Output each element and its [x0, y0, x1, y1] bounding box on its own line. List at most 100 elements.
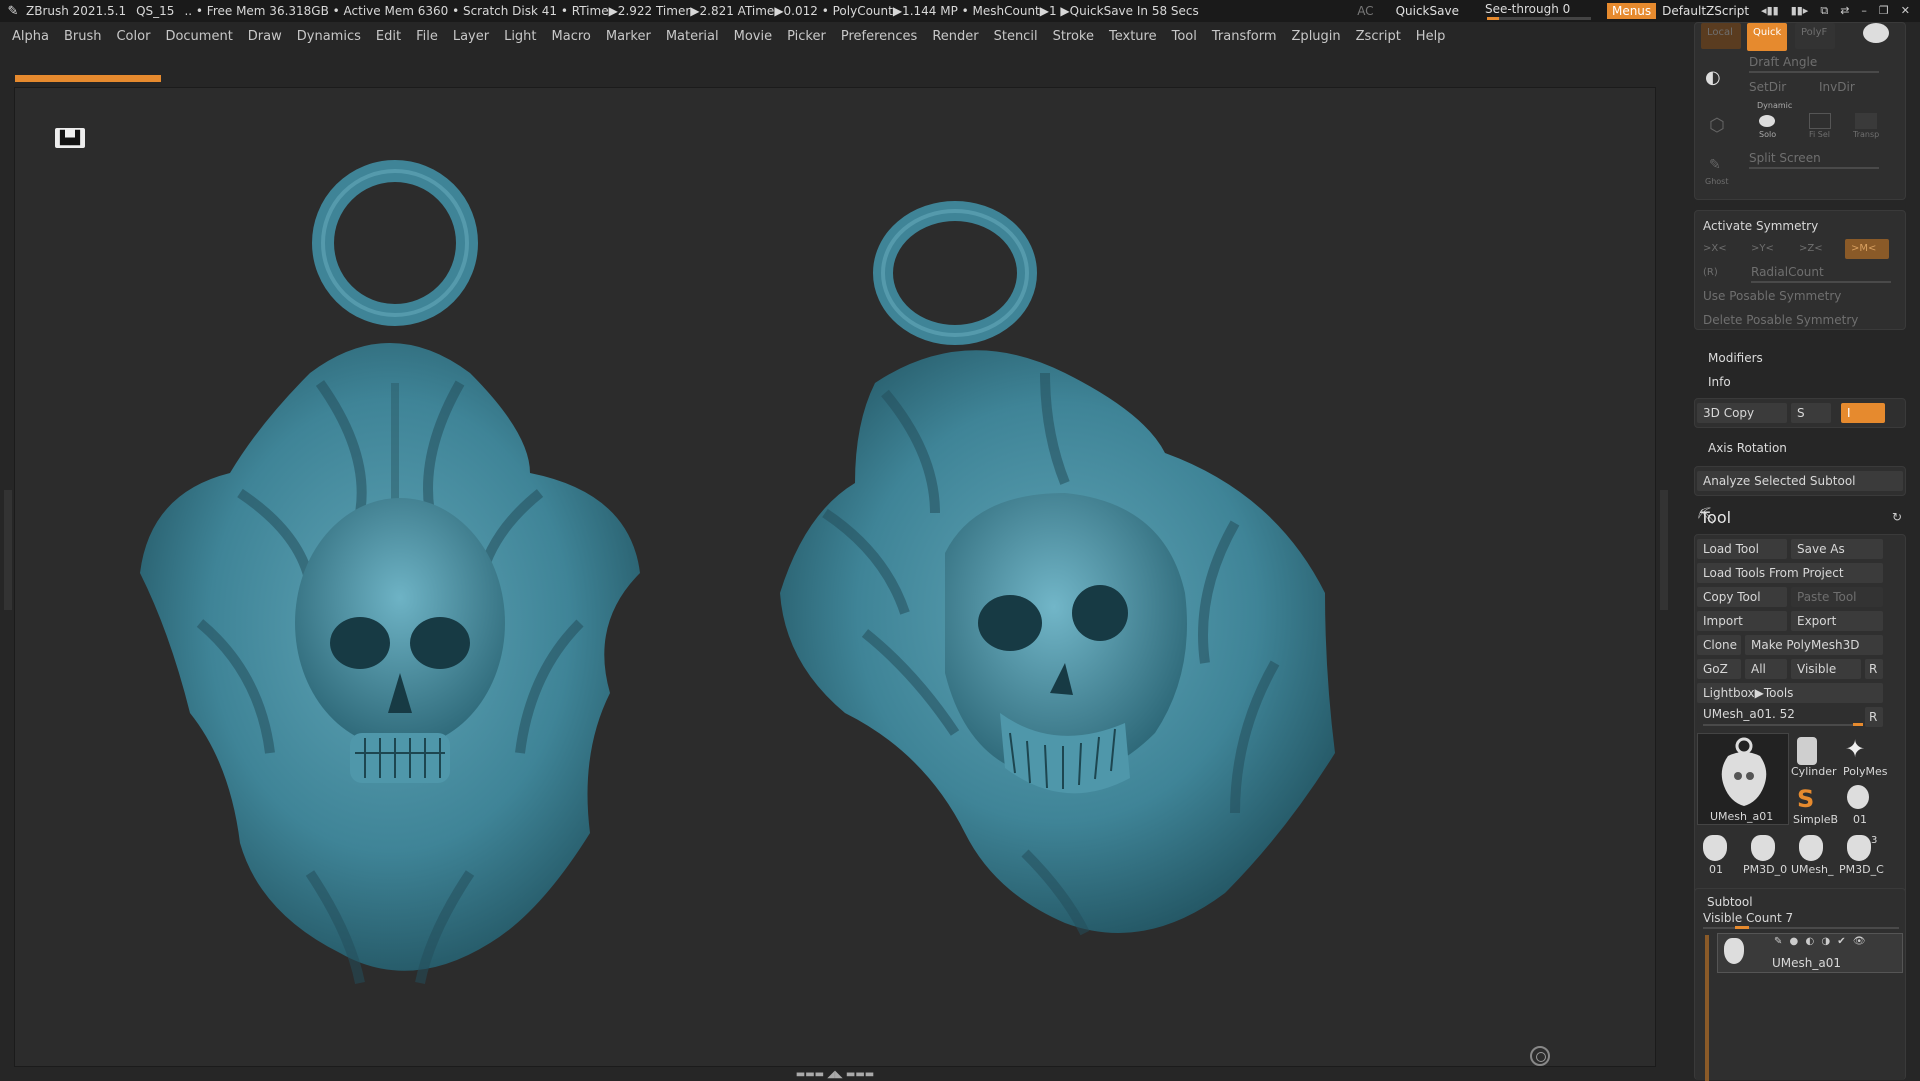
sym-m-button[interactable]: >M< — [1845, 239, 1889, 259]
import-button[interactable]: Import — [1697, 611, 1787, 631]
polymesh-star-icon[interactable]: ✦ — [1845, 735, 1865, 763]
delete-posable-symmetry-button[interactable]: Delete Posable Symmetry — [1703, 313, 1858, 327]
menu-zscript[interactable]: Zscript — [1356, 29, 1401, 44]
activate-symmetry-button[interactable]: Activate Symmetry — [1703, 219, 1818, 233]
local-button[interactable]: Local — [1701, 23, 1741, 49]
menu-picker[interactable]: Picker — [787, 29, 826, 44]
tool-thumb-main[interactable]: UMesh_a01 — [1697, 733, 1789, 825]
tool-thumb-umesh[interactable] — [1799, 835, 1823, 861]
menu-texture[interactable]: Texture — [1109, 29, 1157, 44]
menu-zplugin[interactable]: Zplugin — [1292, 29, 1341, 44]
sym-y-button[interactable]: >Y< — [1751, 243, 1774, 254]
sym-r-button[interactable]: (R) — [1703, 267, 1718, 278]
menu-dynamics[interactable]: Dynamics — [297, 29, 361, 44]
lightbox-tools-button[interactable]: Lightbox▶Tools — [1697, 683, 1883, 703]
left-tray-handle[interactable] — [4, 490, 12, 610]
menu-brush[interactable]: Brush — [64, 29, 102, 44]
modifiers-header[interactable]: Modifiers — [1708, 351, 1763, 365]
split-screen-button[interactable]: Split Screen — [1749, 151, 1821, 165]
bottom-tray-handle[interactable]: ▬▬▬ ◢◣ ▬▬▬ — [770, 1069, 900, 1080]
analyze-subtool-button[interactable]: Analyze Selected Subtool — [1697, 471, 1903, 491]
navigation-target-icon[interactable] — [1530, 1046, 1550, 1066]
menu-alpha[interactable]: Alpha — [12, 29, 49, 44]
tool-thumb-pm3d[interactable] — [1751, 835, 1775, 861]
save-as-button[interactable]: Save As — [1791, 539, 1883, 559]
goz-button[interactable]: GoZ — [1697, 659, 1741, 679]
menu-color[interactable]: Color — [116, 29, 150, 44]
subtool-header[interactable]: Subtool — [1707, 895, 1753, 909]
make-polymesh3d-button[interactable]: Make PolyMesh3D — [1745, 635, 1883, 655]
menu-macro[interactable]: Macro — [552, 29, 591, 44]
tool-thumb-01b[interactable] — [1703, 835, 1727, 861]
sym-x-button[interactable]: >X< — [1703, 243, 1727, 254]
ac-label[interactable]: AC — [1357, 4, 1373, 18]
tool-thumb-pm3dc[interactable] — [1847, 835, 1871, 861]
simplebrush-icon[interactable]: S — [1797, 785, 1814, 813]
copy-tool-button[interactable]: Copy Tool — [1697, 587, 1787, 607]
copy3d-s-button[interactable]: S — [1791, 403, 1831, 423]
restore-layout-icon[interactable]: ⧉ — [1820, 4, 1828, 18]
quicksave-button[interactable]: QuickSave — [1396, 4, 1459, 18]
radial-count-slider[interactable]: RadialCount — [1751, 265, 1824, 279]
script-label[interactable]: DefaultZScript — [1662, 4, 1749, 18]
menu-preferences[interactable]: Preferences — [841, 29, 917, 44]
see-through-slider[interactable]: See-through 0 — [1485, 0, 1595, 22]
maximize-icon[interactable]: ❐ — [1879, 4, 1889, 18]
menu-render[interactable]: Render — [932, 29, 978, 44]
solo-icon[interactable] — [1759, 115, 1775, 127]
cube-icon[interactable]: ⬡ — [1709, 115, 1725, 136]
tool-r-button[interactable]: R — [1865, 707, 1883, 727]
menu-marker[interactable]: Marker — [606, 29, 651, 44]
menu-movie[interactable]: Movie — [734, 29, 772, 44]
menu-document[interactable]: Document — [165, 29, 232, 44]
setdir-button[interactable]: SetDir — [1749, 80, 1786, 94]
menus-button[interactable]: Menus — [1606, 3, 1657, 19]
draft-angle-label[interactable]: Draft Angle — [1749, 55, 1817, 69]
goz-r-button[interactable]: R — [1865, 659, 1883, 679]
menu-draw[interactable]: Draw — [248, 29, 282, 44]
clone-button[interactable]: Clone — [1697, 635, 1741, 655]
copy3d-value-field[interactable]: I — [1841, 403, 1885, 423]
menu-transform[interactable]: Transform — [1212, 29, 1277, 44]
minimize-icon[interactable]: – — [1861, 4, 1867, 18]
layout-icon[interactable]: ◂▮▮ — [1761, 4, 1779, 18]
menu-light[interactable]: Light — [504, 29, 536, 44]
load-tool-button[interactable]: Load Tool — [1697, 539, 1787, 559]
right-tray-handle[interactable] — [1660, 490, 1668, 610]
quick-button[interactable]: Quick — [1747, 23, 1787, 51]
sym-z-button[interactable]: >Z< — [1799, 243, 1823, 254]
menu-help[interactable]: Help — [1416, 29, 1446, 44]
cylinder-thumb-icon[interactable] — [1797, 737, 1817, 765]
canvas-viewport[interactable]: ▙▟ — [14, 87, 1656, 1067]
contrast-icon[interactable]: ◐ — [1705, 67, 1733, 89]
load-tools-from-project-button[interactable]: Load Tools From Project — [1697, 563, 1883, 583]
subtool-item[interactable]: ✎ ● ◐ ◑ ✔ 👁 UMesh_a01 — [1717, 933, 1903, 973]
current-tool-label[interactable]: UMesh_a01. 52 — [1703, 707, 1795, 721]
subtool-toggles-icon[interactable]: ✎ ● ◐ ◑ ✔ 👁 — [1774, 936, 1868, 947]
material-sphere-icon[interactable] — [1863, 23, 1889, 43]
use-posable-symmetry-button[interactable]: Use Posable Symmetry — [1703, 289, 1841, 303]
menu-edit[interactable]: Edit — [376, 29, 401, 44]
invdir-button[interactable]: InvDir — [1819, 80, 1855, 94]
menu-stroke[interactable]: Stroke — [1053, 29, 1094, 44]
swap-icon[interactable]: ⇄ — [1840, 4, 1849, 18]
polyf-button[interactable]: PolyF — [1795, 23, 1835, 49]
tool-palette-header[interactable]: Tool — [1700, 508, 1731, 527]
ghost-icon[interactable]: ✎ — [1709, 157, 1721, 173]
info-header[interactable]: Info — [1708, 375, 1731, 389]
copy3d-button[interactable]: 3D Copy — [1697, 403, 1787, 423]
goz-visible-button[interactable]: Visible — [1791, 659, 1861, 679]
layout-alt-icon[interactable]: ▮▮▸ — [1791, 4, 1809, 18]
transp-icon[interactable] — [1855, 113, 1877, 129]
menu-stencil[interactable]: Stencil — [994, 29, 1038, 44]
export-button[interactable]: Export — [1791, 611, 1883, 631]
close-icon[interactable]: ✕ — [1901, 4, 1910, 18]
refresh-icon[interactable]: ↻ — [1892, 510, 1902, 524]
goz-all-button[interactable]: All — [1745, 659, 1787, 679]
menu-layer[interactable]: Layer — [453, 29, 489, 44]
axis-rotation-header[interactable]: Axis Rotation — [1708, 441, 1787, 455]
menu-tool[interactable]: Tool — [1172, 29, 1197, 44]
menu-material[interactable]: Material — [666, 29, 719, 44]
visible-count-slider[interactable]: Visible Count 7 — [1703, 911, 1793, 925]
paste-tool-button[interactable]: Paste Tool — [1791, 587, 1883, 607]
